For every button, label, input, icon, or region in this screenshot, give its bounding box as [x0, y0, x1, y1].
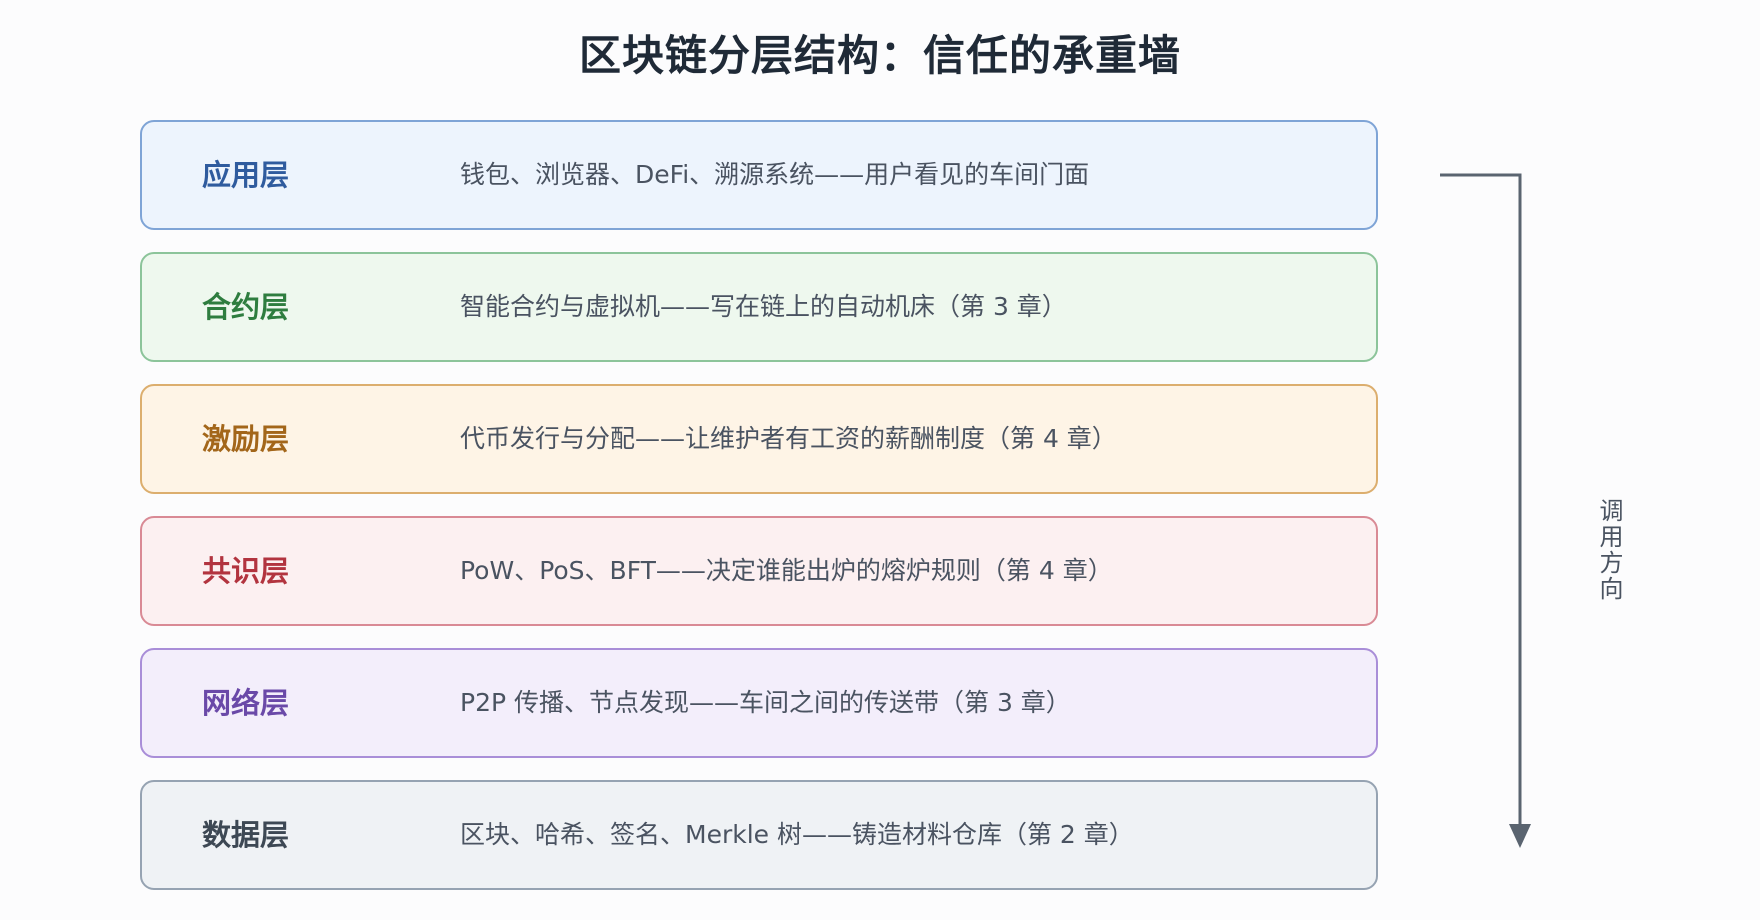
layer-incentive: 激励层 代币发行与分配——让维护者有工资的薪酬制度（第 4 章） — [140, 384, 1378, 494]
layer-name: 数据层 — [202, 818, 290, 852]
call-direction-arrow — [1440, 173, 1531, 848]
arrow-head — [1509, 824, 1531, 848]
layer-data: 数据层 区块、哈希、签名、Merkle 树——铸造材料仓库（第 2 章） — [140, 780, 1378, 890]
layer-description: PoW、PoS、BFT——决定谁能出炉的熔炉规则（第 4 章） — [460, 556, 1113, 585]
layer-description: 钱包、浏览器、DeFi、溯源系统——用户看见的车间门面 — [460, 160, 1090, 189]
diagram-title: 区块链分层结构：信任的承重墙 — [578, 31, 1181, 80]
call-direction-label: 调用方向 — [1595, 498, 1623, 602]
layer-application: 应用层 钱包、浏览器、DeFi、溯源系统——用户看见的车间门面 — [140, 120, 1378, 230]
layer-name: 应用层 — [202, 158, 290, 192]
layer-description: 代币发行与分配——让维护者有工资的薪酬制度（第 4 章） — [460, 424, 1117, 453]
layer-description: 区块、哈希、签名、Merkle 树——铸造材料仓库（第 2 章） — [460, 820, 1134, 849]
arrow-line — [1440, 173, 1522, 828]
layer-contract: 合约层 智能合约与虚拟机——写在链上的自动机床（第 3 章） — [140, 252, 1378, 362]
layer-network: 网络层 P2P 传播、节点发现——车间之间的传送带（第 3 章） — [140, 648, 1378, 758]
layer-description: P2P 传播、节点发现——车间之间的传送带（第 3 章） — [460, 688, 1071, 717]
layer-name: 共识层 — [202, 554, 290, 588]
layer-name: 合约层 — [202, 290, 290, 324]
layer-description: 智能合约与虚拟机——写在链上的自动机床（第 3 章） — [460, 292, 1067, 321]
layer-consensus: 共识层 PoW、PoS、BFT——决定谁能出炉的熔炉规则（第 4 章） — [140, 516, 1378, 626]
layer-name: 网络层 — [202, 686, 290, 720]
layer-name: 激励层 — [202, 422, 290, 456]
